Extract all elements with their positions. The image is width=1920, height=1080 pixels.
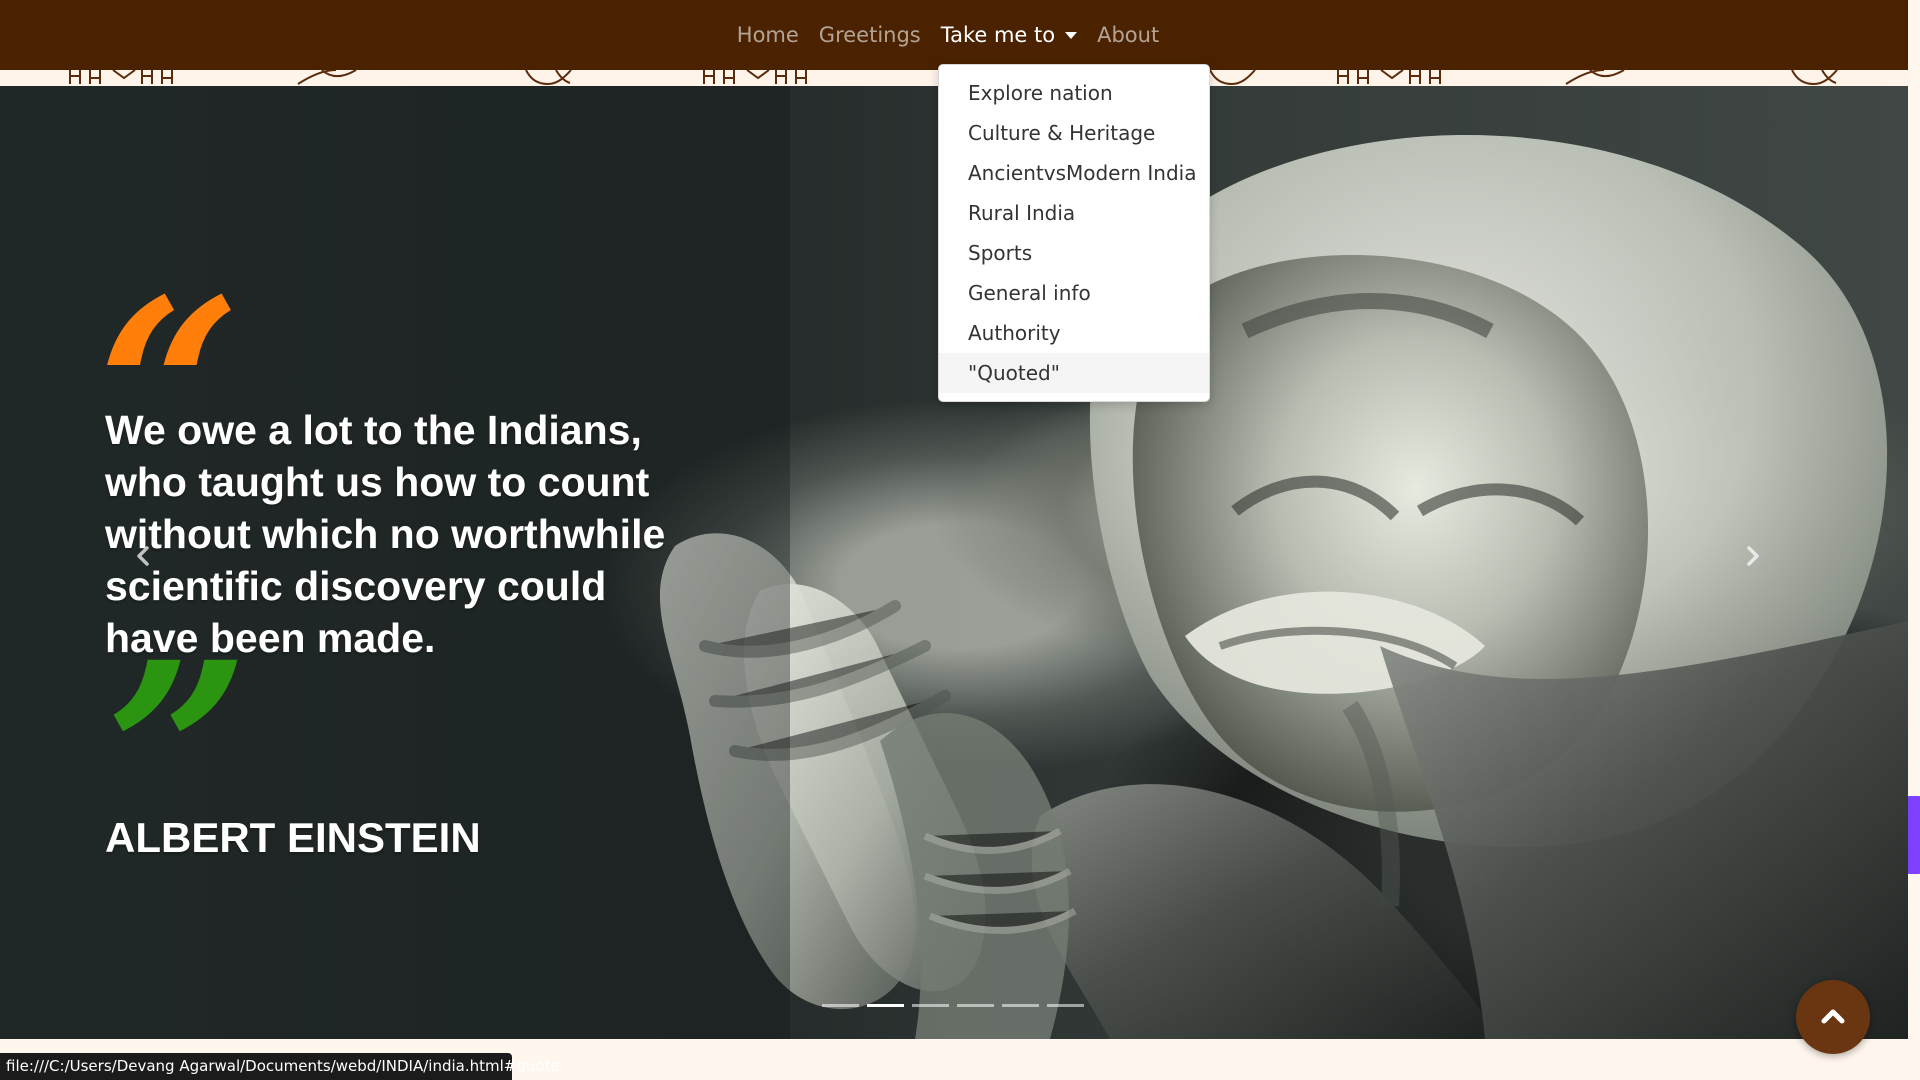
dropdown-item-ancient-vs-modern-india[interactable]: AncientvsModern India (939, 153, 1209, 193)
nav-greetings-link[interactable]: Greetings (819, 0, 921, 70)
quote-block: “ We owe a lot to the Indians, who taugh… (79, 266, 805, 862)
page: Home Greetings Take me to About “ We owe… (0, 0, 1920, 1080)
back-to-top-button[interactable] (1796, 980, 1870, 1054)
nav-take-me-to-dropdown[interactable]: Take me to (940, 0, 1078, 70)
dropdown-item-explore-nation[interactable]: Explore nation (939, 73, 1209, 113)
nav-take-me-to-label: Take me to (940, 23, 1056, 47)
quote-author: ALBERT EINSTEIN (105, 814, 481, 861)
dropdown-item-authority[interactable]: Authority (939, 313, 1209, 353)
dropdown-item-quoted[interactable]: "Quoted" (939, 353, 1209, 393)
closing-quote-mark: ” (90, 629, 820, 769)
carousel-indicator[interactable] (957, 1004, 994, 1007)
opening-quote-mark: “ (79, 266, 250, 416)
scrollbar-thumb[interactable] (1908, 796, 1920, 874)
carousel-indicator[interactable] (1002, 1004, 1039, 1007)
carousel-indicators (822, 1004, 1084, 1007)
top-navigation: Home Greetings Take me to About (0, 0, 1908, 70)
chevron-left-icon (137, 546, 149, 566)
carousel-indicator[interactable] (1047, 1004, 1084, 1007)
page-scrollbar[interactable] (1908, 0, 1920, 1080)
carousel-indicator[interactable] (822, 1004, 859, 1007)
carousel-previous-button[interactable] (124, 536, 164, 576)
dropdown-item-rural-india[interactable]: Rural India (939, 193, 1209, 233)
carousel-indicator-active[interactable] (867, 1004, 904, 1007)
browser-status-url: file:///C:/Users/Devang Agarwal/Document… (0, 1053, 560, 1080)
dropdown-item-culture-heritage[interactable]: Culture & Heritage (939, 113, 1209, 153)
dropdown-item-general-info[interactable]: General info (939, 273, 1209, 313)
chevron-up-icon (1821, 1009, 1845, 1024)
carousel-indicator[interactable] (912, 1004, 949, 1007)
nav-about-link[interactable]: About (1097, 0, 1159, 70)
caret-down-icon (1065, 32, 1078, 39)
chevron-right-icon (1747, 546, 1759, 566)
dropdown-item-sports[interactable]: Sports (939, 233, 1209, 273)
quote-text: We owe a lot to the Indians, who taught … (105, 407, 666, 661)
nav-home-link[interactable]: Home (737, 0, 799, 70)
carousel-next-button[interactable] (1732, 536, 1772, 576)
take-me-to-dropdown-menu: Explore nation Culture & Heritage Ancien… (938, 64, 1210, 402)
